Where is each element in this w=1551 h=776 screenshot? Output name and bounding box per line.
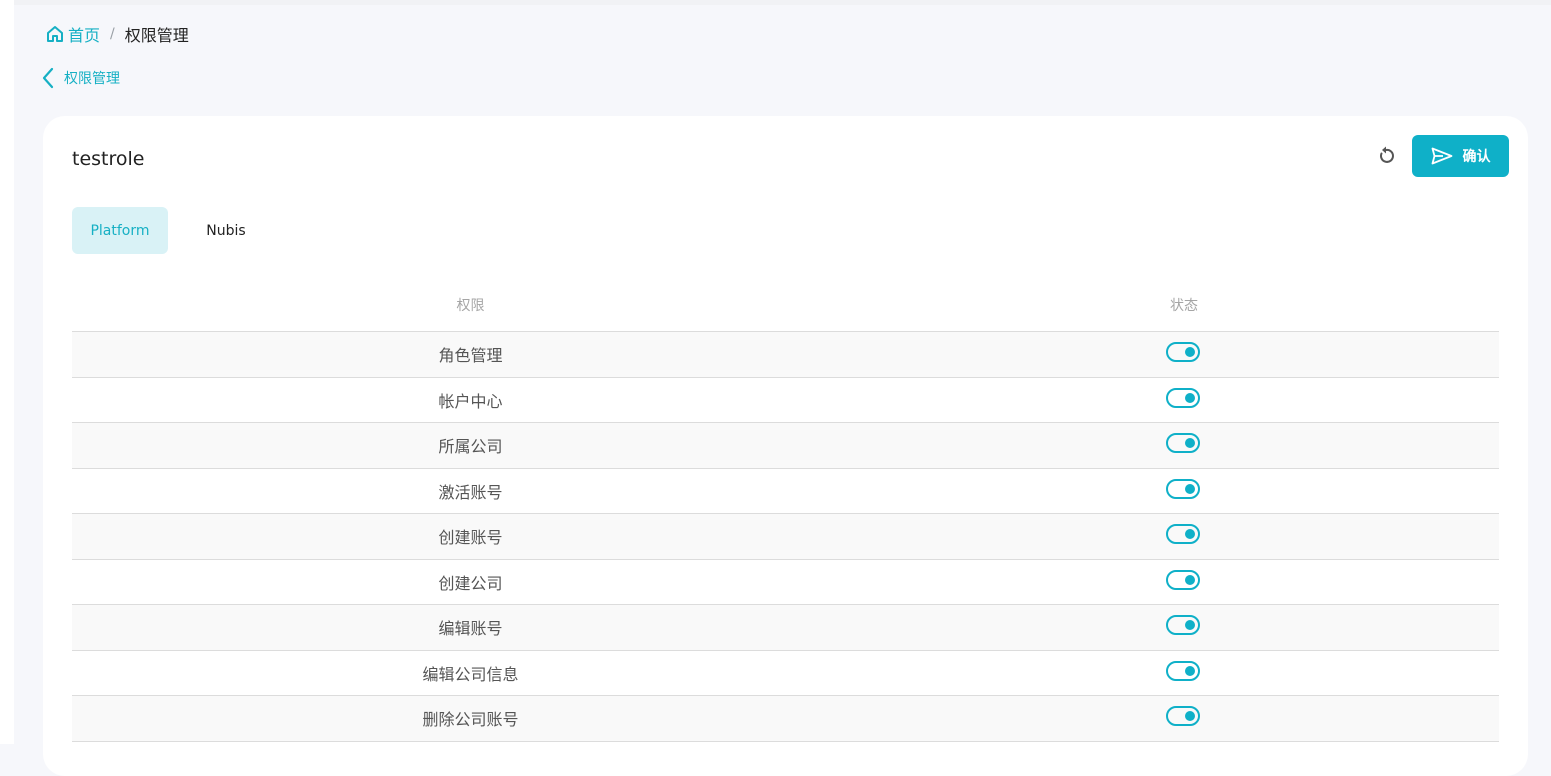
header-status: 状态 <box>1170 298 1198 314</box>
tab-platform[interactable]: Platform <box>72 207 168 254</box>
status-toggle[interactable] <box>1166 569 1200 590</box>
reset-button[interactable] <box>1374 144 1398 168</box>
table-row: 删除公司账号 <box>72 696 1499 742</box>
table-header: 权限 状态 <box>72 279 1499 332</box>
status-toggle[interactable] <box>1166 387 1200 408</box>
status-toggle[interactable] <box>1166 615 1200 636</box>
status-toggle[interactable] <box>1166 706 1200 727</box>
left-sidebar-edge <box>0 0 14 744</box>
permission-card: testrole 确认 Platform Nubis 权限 状态 角色管理 帐户… <box>43 116 1528 776</box>
role-name: testrole <box>72 148 145 170</box>
table-row: 角色管理 <box>72 332 1499 378</box>
permission-name: 创建公司 <box>438 573 503 593</box>
permission-name: 激活账号 <box>438 482 503 502</box>
permission-name: 创建账号 <box>438 528 503 548</box>
status-toggle[interactable] <box>1166 660 1200 681</box>
back-link[interactable]: 权限管理 <box>42 66 120 90</box>
breadcrumb: 首页 / 权限管理 <box>45 22 189 46</box>
table-row: 编辑公司信息 <box>72 651 1499 696</box>
table-row: 帐户中心 <box>72 378 1499 423</box>
table-row: 编辑账号 <box>72 605 1499 651</box>
home-icon <box>47 26 63 42</box>
tab-nubis[interactable]: Nubis <box>168 207 284 254</box>
breadcrumb-home-label: 首页 <box>68 26 101 45</box>
permission-name: 删除公司账号 <box>422 710 519 730</box>
table-row: 创建公司 <box>72 560 1499 605</box>
permission-name: 编辑账号 <box>438 619 503 639</box>
breadcrumb-separator: / <box>110 26 115 42</box>
permission-name: 编辑公司信息 <box>422 664 519 684</box>
permission-name: 角色管理 <box>438 346 503 366</box>
table-row: 创建账号 <box>72 514 1499 560</box>
send-icon <box>1431 147 1452 165</box>
permission-name: 所属公司 <box>438 437 503 457</box>
chevron-left-icon <box>42 67 54 89</box>
back-link-label: 权限管理 <box>64 71 120 87</box>
header-permission: 权限 <box>456 298 485 314</box>
reset-icon <box>1380 146 1394 163</box>
status-toggle[interactable] <box>1166 524 1200 545</box>
confirm-button-label: 确认 <box>1462 149 1491 165</box>
breadcrumb-home[interactable]: 首页 <box>45 22 100 46</box>
permission-table: 权限 状态 角色管理 帐户中心 所属公司 激活账号 创建账号 创建公司 编辑账号… <box>72 279 1499 742</box>
permission-name: 帐户中心 <box>438 391 503 411</box>
confirm-button[interactable]: 确认 <box>1412 135 1509 177</box>
status-toggle[interactable] <box>1166 342 1200 363</box>
top-strip <box>0 0 1551 5</box>
breadcrumb-current: 权限管理 <box>124 26 189 45</box>
tab-bar: Platform Nubis <box>72 207 284 254</box>
table-row: 激活账号 <box>72 469 1499 514</box>
status-toggle[interactable] <box>1166 478 1200 499</box>
table-row: 所属公司 <box>72 423 1499 469</box>
status-toggle[interactable] <box>1166 433 1200 454</box>
